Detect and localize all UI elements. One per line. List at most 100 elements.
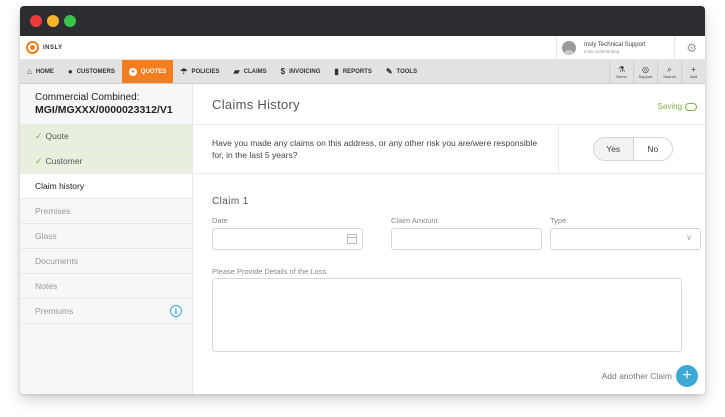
lifebuoy-icon: ◎ — [642, 64, 649, 74]
nav-item-claims[interactable]: ▰ CLAIMS — [226, 60, 273, 83]
add-another-claim-label[interactable]: Add another Claim — [602, 371, 672, 381]
policy-type: Commercial Combined: — [35, 92, 140, 103]
sidebar-item-label: Premises — [35, 206, 71, 216]
sidebar-item-notes[interactable]: Notes — [20, 274, 192, 299]
loss-details-label: Please Provide Details of the Loss — [212, 267, 327, 276]
check-icon: ✓ — [35, 155, 43, 166]
add-claim-button[interactable]: + — [676, 365, 698, 387]
dollar-icon: $ — [280, 66, 286, 76]
sidebar-item-claim-history[interactable]: Claim history — [20, 174, 192, 199]
user-avatar-icon — [562, 41, 576, 55]
app-window: INSLY Insly Technical Support Insly unde… — [20, 6, 705, 394]
search-button[interactable]: ⌕ Search — [657, 60, 681, 84]
close-window-button[interactable] — [30, 15, 42, 27]
nav-item-label: INVOICING — [289, 68, 321, 75]
claim-heading: Claim 1 — [212, 196, 249, 207]
yes-button[interactable]: Yes — [594, 138, 634, 160]
nav-item-customers[interactable]: ● CUSTOMERS — [61, 60, 122, 83]
nav-item-label: REPORTS — [342, 68, 372, 75]
support-button[interactable]: ◎ Support — [633, 60, 657, 84]
chevron-down-icon: ∨ — [686, 233, 692, 242]
gear-icon[interactable]: ⚙ — [686, 41, 697, 55]
top-bar: INSLY Insly Technical Support Insly unde… — [20, 36, 705, 60]
sidebar-item-documents[interactable]: Documents — [20, 249, 192, 274]
insly-logo-icon — [26, 41, 39, 54]
page-title: Claims History — [212, 97, 300, 112]
yes-no-toggle: Yes No — [593, 137, 673, 161]
date-label: Date — [212, 216, 228, 225]
nav-item-label: CUSTOMERS — [76, 68, 115, 75]
user-menu[interactable]: Insly Technical Support Insly underwriti… — [556, 36, 675, 60]
sidebar-item-label: Documents — [35, 256, 78, 266]
tool-label: Support — [638, 73, 653, 79]
no-button[interactable]: No — [634, 138, 673, 160]
sidebar-item-quote[interactable]: ✓ Quote — [20, 124, 192, 149]
sidebar-item-premises[interactable]: Premises — [20, 199, 192, 224]
flask-icon: ⚗ — [617, 64, 626, 74]
sidebar: Commercial Combined: MGI/MGXXX/000002331… — [20, 84, 193, 394]
claim-amount-field[interactable] — [391, 228, 542, 250]
nav-tools: ⚗ Demo ◎ Support ⌕ Search + Add — [609, 60, 705, 84]
brand-name: INSLY — [43, 44, 63, 51]
date-field[interactable] — [212, 228, 363, 250]
nav-item-reports[interactable]: ▮ REPORTS — [327, 60, 378, 83]
plus-icon: + — [691, 64, 696, 74]
policy-title: Commercial Combined: MGI/MGXXX/000002331… — [20, 84, 192, 124]
nav-item-label: HOME — [35, 68, 54, 75]
main-content: Claims History Saving Have you made any … — [194, 84, 705, 394]
nav-item-label: POLICIES — [191, 68, 220, 75]
user-info: Insly Technical Support Insly underwriti… — [584, 42, 646, 55]
nav-item-label: QUOTES — [140, 68, 167, 75]
person-icon: ● — [67, 66, 73, 76]
sidebar-item-customer[interactable]: ✓ Customer — [20, 149, 192, 174]
quotes-icon: ● — [128, 67, 137, 76]
car-icon: ▰ — [233, 66, 240, 76]
sidebar-item-label: Glass — [35, 231, 57, 241]
saving-label: Saving — [657, 102, 682, 111]
info-icon[interactable]: i — [170, 305, 182, 317]
brand-logo[interactable]: INSLY — [26, 41, 63, 54]
sidebar-item-label: Claim history — [35, 181, 85, 191]
user-name: Insly Technical Support — [584, 41, 646, 48]
sidebar-item-label: Quote — [45, 131, 69, 141]
type-select[interactable]: ∨ — [550, 228, 701, 250]
minimize-window-button[interactable] — [47, 15, 59, 27]
cloud-icon — [685, 102, 697, 111]
nav-item-home[interactable]: ⌂ HOME — [20, 60, 61, 83]
plus-icon: + — [682, 367, 692, 384]
add-button[interactable]: + Add — [681, 60, 705, 84]
nav-item-label: CLAIMS — [243, 68, 267, 75]
nav-item-policies[interactable]: ☂ POLICIES — [173, 60, 226, 83]
demo-button[interactable]: ⚗ Demo — [609, 60, 633, 84]
main-nav: ⌂ HOME ● CUSTOMERS ● QUOTES ☂ POLICIES ▰… — [20, 60, 705, 84]
bar-chart-icon: ▮ — [334, 66, 339, 76]
tool-label: Search — [663, 73, 676, 79]
claims-question-row: Have you made any claims on this address… — [194, 124, 705, 174]
wrench-icon: ✎ — [385, 66, 393, 76]
user-role: Insly underwriting — [584, 48, 620, 54]
nav-item-quotes[interactable]: ● QUOTES — [121, 60, 174, 83]
nav-item-label: TOOLS — [396, 68, 418, 75]
window-titlebar — [20, 6, 705, 36]
sidebar-item-label: Premiums — [35, 306, 74, 316]
loss-details-input[interactable] — [212, 278, 682, 352]
home-icon: ⌂ — [27, 66, 32, 76]
claim-amount-label: Claim Amount — [391, 216, 438, 225]
sidebar-item-label: Notes — [35, 281, 58, 291]
sidebar-item-premiums[interactable]: Premiums i — [20, 299, 192, 324]
calendar-icon[interactable] — [347, 234, 357, 244]
umbrella-icon: ☂ — [180, 66, 188, 76]
type-label: Type — [550, 216, 567, 225]
nav-item-tools[interactable]: ✎ TOOLS — [379, 60, 424, 83]
saving-status: Saving — [658, 102, 697, 111]
search-icon: ⌕ — [667, 64, 672, 74]
maximize-window-button[interactable] — [64, 15, 76, 27]
nav-item-invoicing[interactable]: $ INVOICING — [274, 60, 328, 83]
policy-number: MGI/MGXXX/0000023312/V1 — [35, 104, 173, 116]
check-icon: ✓ — [35, 130, 43, 141]
sidebar-item-glass[interactable]: Glass — [20, 224, 192, 249]
divider — [558, 125, 559, 174]
tool-label: Add — [689, 73, 698, 79]
tool-label: Demo — [616, 73, 627, 79]
sidebar-item-label: Customer — [45, 156, 83, 166]
